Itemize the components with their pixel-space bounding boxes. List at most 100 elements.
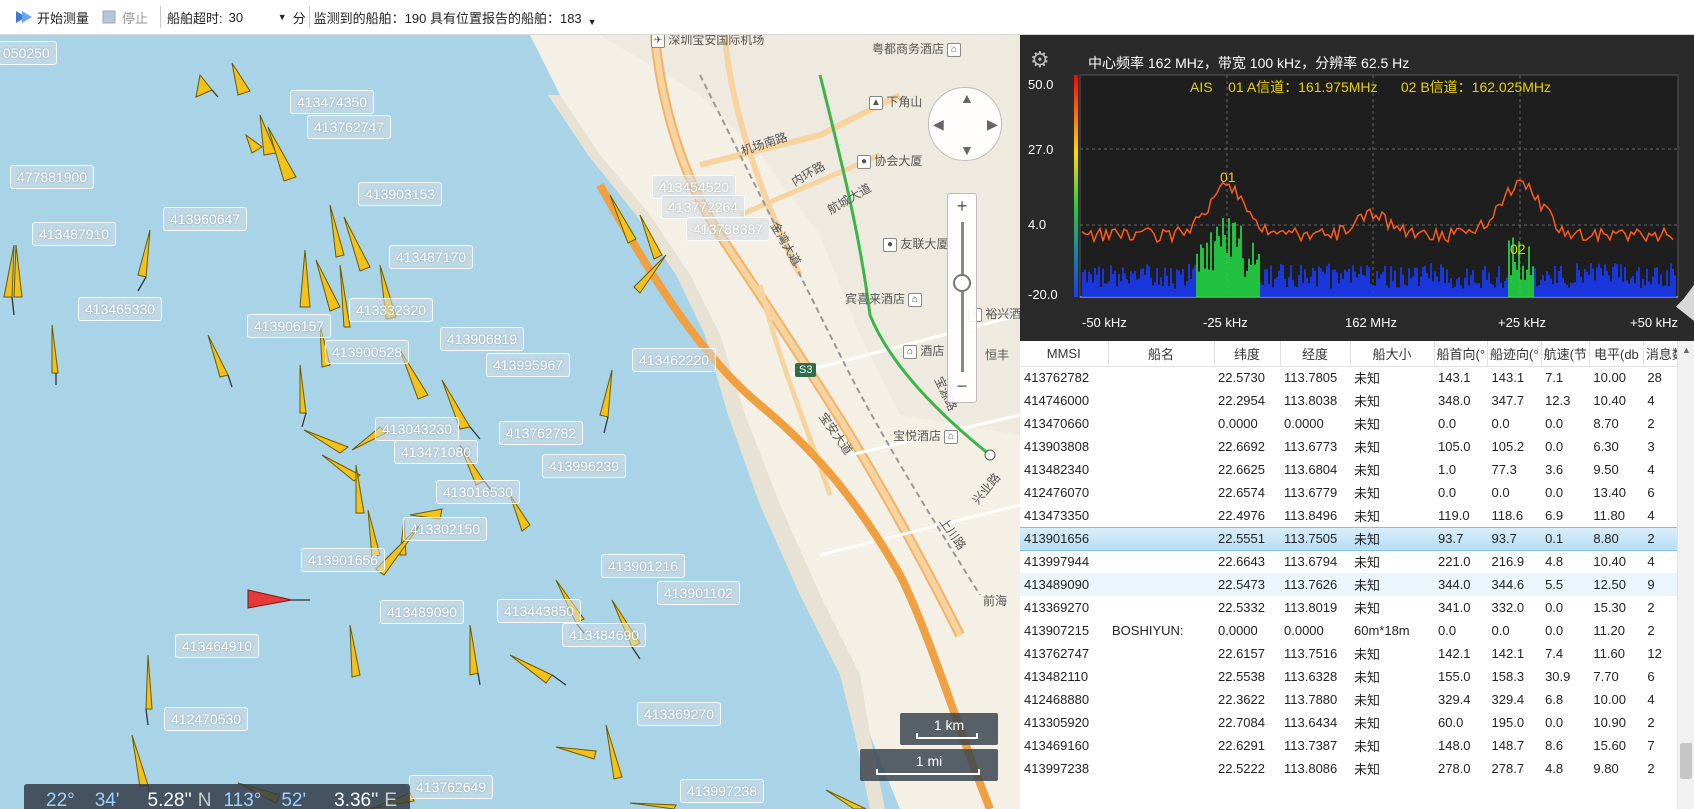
- table-row[interactable]: 413482340 22.6625 113.6804 未知 1.0 77.3 3.6 9.50…: [1020, 458, 1687, 481]
- ship-label[interactable]: 413788387: [686, 217, 771, 241]
- zoom-out-button[interactable]: −: [948, 376, 976, 397]
- table-scrollbar[interactable]: ▲: [1677, 341, 1694, 809]
- ship-label[interactable]: 413995967: [486, 353, 571, 377]
- poi-hotel[interactable]: 宝悦酒店 ⌂: [893, 427, 959, 444]
- ship-label[interactable]: 413903153: [358, 182, 443, 206]
- table-row[interactable]: 413489090 22.5473 113.7626 未知 344.0 344.6 5.5 1…: [1020, 573, 1688, 596]
- zoom-control[interactable]: + −: [947, 193, 977, 403]
- waterfall-bar: [1422, 267, 1424, 297]
- toolbar-divider: [308, 6, 310, 28]
- timeout-select[interactable]: 30 ▼: [224, 6, 291, 28]
- column-header[interactable]: 船迹向(°: [1487, 341, 1542, 367]
- highway-badge: S3: [795, 363, 817, 377]
- table-row[interactable]: 413997238 22.5222 113.8086 未知 278.0 278.7 4.8 9…: [1020, 757, 1687, 780]
- scrollbar-thumb[interactable]: [1680, 743, 1692, 779]
- ship-label[interactable]: 413762782: [499, 421, 584, 445]
- column-header[interactable]: MMSI: [1020, 341, 1109, 367]
- table-row[interactable]: 412468880 22.3622 113.7880 未知 329.4 329.4 6.8 1…: [1020, 688, 1687, 711]
- table-row[interactable]: 414746000 22.2954 113.8038 未知 348.0 347.7 12.3…: [1020, 389, 1687, 412]
- ship-label[interactable]: 413369270: [637, 702, 722, 726]
- stop-button[interactable]: 停止: [95, 5, 154, 29]
- ship-label[interactable]: 413465330: [78, 297, 163, 321]
- poi-place[interactable]: 恒丰: [985, 346, 1009, 363]
- ship-label[interactable]: 413487910: [32, 222, 117, 246]
- ship-label[interactable]: 413332320: [349, 298, 434, 322]
- zoom-slider-handle[interactable]: [953, 274, 971, 292]
- ship-label[interactable]: 413906819: [440, 327, 525, 351]
- column-header[interactable]: 纬度: [1214, 341, 1281, 367]
- poi-hotel[interactable]: 宾喜来酒店 ⌂: [845, 290, 923, 307]
- ship-label[interactable]: 413487170: [389, 245, 474, 269]
- table-row[interactable]: 413762747 22.6157 113.7516 未知 142.1 142.1 7.4 1…: [1020, 642, 1687, 665]
- column-header[interactable]: 经度: [1280, 341, 1351, 367]
- waterfall-bar: [1388, 287, 1390, 297]
- waterfall-bar: [1620, 264, 1622, 297]
- poi-place[interactable]: 前海: [983, 592, 1007, 609]
- ship-label[interactable]: 477881900: [10, 165, 95, 189]
- table-cell: 11.80: [1593, 507, 1625, 523]
- ship-label[interactable]: 413901656: [301, 548, 386, 572]
- ship-label[interactable]: 413997238: [680, 779, 765, 803]
- ship-label[interactable]: 413489090: [380, 600, 465, 624]
- ship-label[interactable]: 413484690: [562, 623, 647, 647]
- map-view[interactable]: 050250 413474350 413762747 477881900 413…: [0, 35, 1020, 809]
- waterfall-bar: [1390, 266, 1392, 297]
- poi-airport[interactable]: ✈ 深圳宝安国际机场: [648, 35, 764, 48]
- poi-building[interactable]: ● 友联大厦: [880, 235, 948, 252]
- ship-label[interactable]: 413474350: [290, 90, 375, 114]
- ship-label[interactable]: 413960647: [163, 207, 248, 231]
- waterfall-bar: [1548, 274, 1550, 297]
- ship-label[interactable]: 413471080: [394, 440, 479, 464]
- table-row[interactable]: 413901656 22.5551 113.7505 未知 93.7 93.7 0.1 8.8…: [1020, 526, 1688, 551]
- ship-label[interactable]: 413996239: [542, 454, 627, 478]
- ship-label[interactable]: 413043230: [375, 417, 460, 441]
- table-row[interactable]: 413473350 22.4976 113.8496 未知 119.0 118.6 6.9 1…: [1020, 504, 1687, 527]
- table-cell: [1108, 573, 1214, 596]
- ship-label[interactable]: 413762747: [307, 115, 392, 139]
- poi-hotel[interactable]: 粤都商务酒店 ⌂: [872, 40, 962, 57]
- table-row[interactable]: 412476070 22.6574 113.6779 未知 0.0 0.0 0.0 13.40…: [1020, 481, 1687, 504]
- ship-label[interactable]: 412470530: [164, 707, 249, 731]
- table-row[interactable]: 413762782 22.5730 113.7805 未知 143.1 143.1 7.1 1…: [1020, 366, 1687, 389]
- column-header[interactable]: 电平(db: [1589, 341, 1644, 367]
- column-header[interactable]: 船首向(°: [1434, 341, 1489, 367]
- ship-label[interactable]: 413900528: [325, 340, 410, 364]
- scroll-up-icon[interactable]: ▲: [1682, 345, 1691, 355]
- ship-label[interactable]: 413906157: [247, 314, 332, 338]
- ship-label[interactable]: 413462220: [632, 348, 717, 372]
- zoom-track[interactable]: [961, 222, 964, 372]
- column-header[interactable]: 航速(节: [1541, 341, 1590, 367]
- poi-hotel[interactable]: ⌂ 酒店: [900, 342, 944, 359]
- ship-label[interactable]: 413464910: [175, 634, 260, 658]
- start-measure-button[interactable]: 开始测量: [8, 5, 95, 29]
- table-row[interactable]: 413997944 22.6643 113.6794 未知 221.0 216.9 4.8 1…: [1020, 550, 1687, 573]
- table-row[interactable]: 413907215 BOSHIYUN: 0.0000 0.0000 60m*18m 0.0…: [1020, 619, 1687, 642]
- column-header[interactable]: 船名: [1108, 341, 1215, 367]
- ship-label[interactable]: 413901102: [657, 581, 741, 605]
- ship-label[interactable]: 413016530: [436, 480, 521, 504]
- ship-label[interactable]: 413443850: [497, 599, 582, 623]
- waterfall-bar: [1468, 285, 1470, 297]
- ship-label[interactable]: 050250: [0, 41, 57, 65]
- poi-building[interactable]: ● 协会大厦: [854, 152, 922, 169]
- overflow-icon[interactable]: ▼: [588, 17, 597, 27]
- table-row[interactable]: 413470660 0.0000 0.0000 未知 0.0 0.0 0.0 8.70 2: [1020, 412, 1687, 435]
- table-row[interactable]: 413903808 22.6692 113.6773 未知 105.0 105.2 0.0 6…: [1020, 435, 1687, 458]
- zoom-in-button[interactable]: +: [948, 196, 976, 217]
- arrow-down-icon[interactable]: ▼: [960, 142, 974, 158]
- waterfall-bar: [1440, 264, 1442, 297]
- arrow-left-icon[interactable]: ◀: [933, 116, 944, 133]
- ship-label[interactable]: 413762649: [409, 775, 494, 799]
- arrow-right-icon[interactable]: ▶: [987, 116, 998, 133]
- ship-label[interactable]: 413901216: [601, 554, 686, 578]
- pan-control[interactable]: ▲ ▼ ◀ ▶: [928, 87, 1002, 161]
- arrow-up-icon[interactable]: ▲: [960, 90, 974, 106]
- table-row[interactable]: 413482110 22.5538 113.6328 未知 155.0 158.3 30.9…: [1020, 665, 1687, 688]
- table-row[interactable]: 413369270 22.5332 113.8019 未知 341.0 332.0 0.0 1…: [1020, 596, 1687, 619]
- table-row[interactable]: 413305920 22.7084 113.6434 未知 60.0 195.0 0.0 10…: [1020, 711, 1687, 734]
- ship-label[interactable]: 413302150: [403, 517, 488, 541]
- column-header[interactable]: 船大小: [1350, 341, 1435, 367]
- table-row[interactable]: 413469160 22.6291 113.7387 未知 148.0 148.7 8.6 1…: [1020, 734, 1687, 757]
- ship-label[interactable]: 413772264: [661, 195, 746, 219]
- poi-mountain[interactable]: ▲ 下角山: [866, 93, 922, 110]
